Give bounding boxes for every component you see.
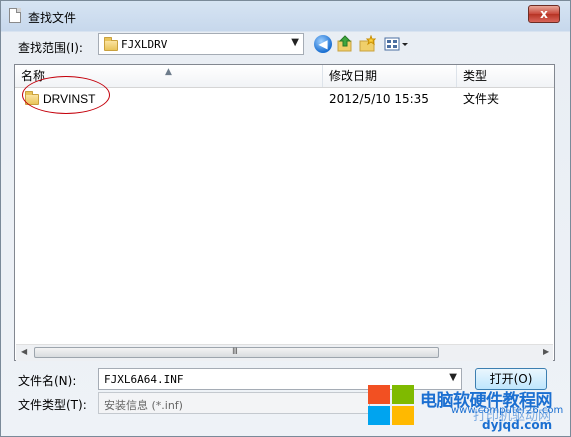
column-type-label: 类型 — [463, 69, 488, 83]
sort-ascending-icon: ▲ — [165, 67, 172, 77]
close-button[interactable]: x — [528, 5, 560, 23]
scroll-left-icon[interactable]: ◀ — [21, 347, 27, 356]
filetype-value: 安装信息 (*.inf) — [104, 399, 183, 412]
windows-logo-watermark — [368, 385, 416, 427]
title-bar[interactable]: 查找文件 x — [1, 1, 570, 31]
filename-label: 文件名(N): — [18, 374, 77, 388]
filetype-label: 文件类型(T): — [18, 398, 87, 412]
filename-value: FJXL6A64.INF — [104, 373, 184, 386]
document-icon — [9, 8, 21, 23]
file-list[interactable]: 名称 ▲ 修改日期 类型 DRVINST 2012/5/10 15:35 文件夹… — [14, 64, 555, 361]
item-type: 文件夹 — [463, 92, 500, 106]
open-file-dialog: 查找文件 x 查找范围(I): FJXLDRV ▼ ◀ 名称 ▲ 修改日期 类型 — [0, 0, 571, 437]
chevron-down-icon: ▼ — [291, 37, 299, 48]
scroll-right-icon[interactable]: ▶ — [543, 347, 549, 356]
annotation-circle — [22, 76, 110, 114]
watermark-url-2: dyjqd.com — [482, 418, 553, 432]
scroll-thumb[interactable]: III — [34, 347, 439, 358]
look-in-value: FJXLDRV — [121, 38, 168, 51]
up-folder-icon[interactable] — [336, 35, 354, 53]
window-title: 查找文件 — [28, 11, 77, 25]
folder-icon — [104, 37, 118, 51]
look-in-label: 查找范围(I): — [18, 41, 83, 55]
scroll-grip: III — [232, 347, 238, 357]
view-menu-icon[interactable] — [384, 35, 410, 53]
horizontal-scrollbar[interactable]: ◀ III ▶ — [16, 344, 553, 361]
item-date: 2012/5/10 15:35 — [329, 92, 429, 106]
filetype-select[interactable]: 安装信息 (*.inf) — [98, 392, 370, 414]
back-icon[interactable]: ◀ — [314, 35, 332, 53]
column-header-type[interactable]: 类型 — [457, 65, 554, 87]
new-folder-icon[interactable] — [358, 34, 377, 53]
column-header-date[interactable]: 修改日期 — [323, 65, 457, 87]
chevron-down-icon[interactable]: ▼ — [449, 372, 457, 383]
column-date-label: 修改日期 — [329, 69, 378, 83]
look-in-combo[interactable]: FJXLDRV ▼ — [98, 33, 304, 55]
